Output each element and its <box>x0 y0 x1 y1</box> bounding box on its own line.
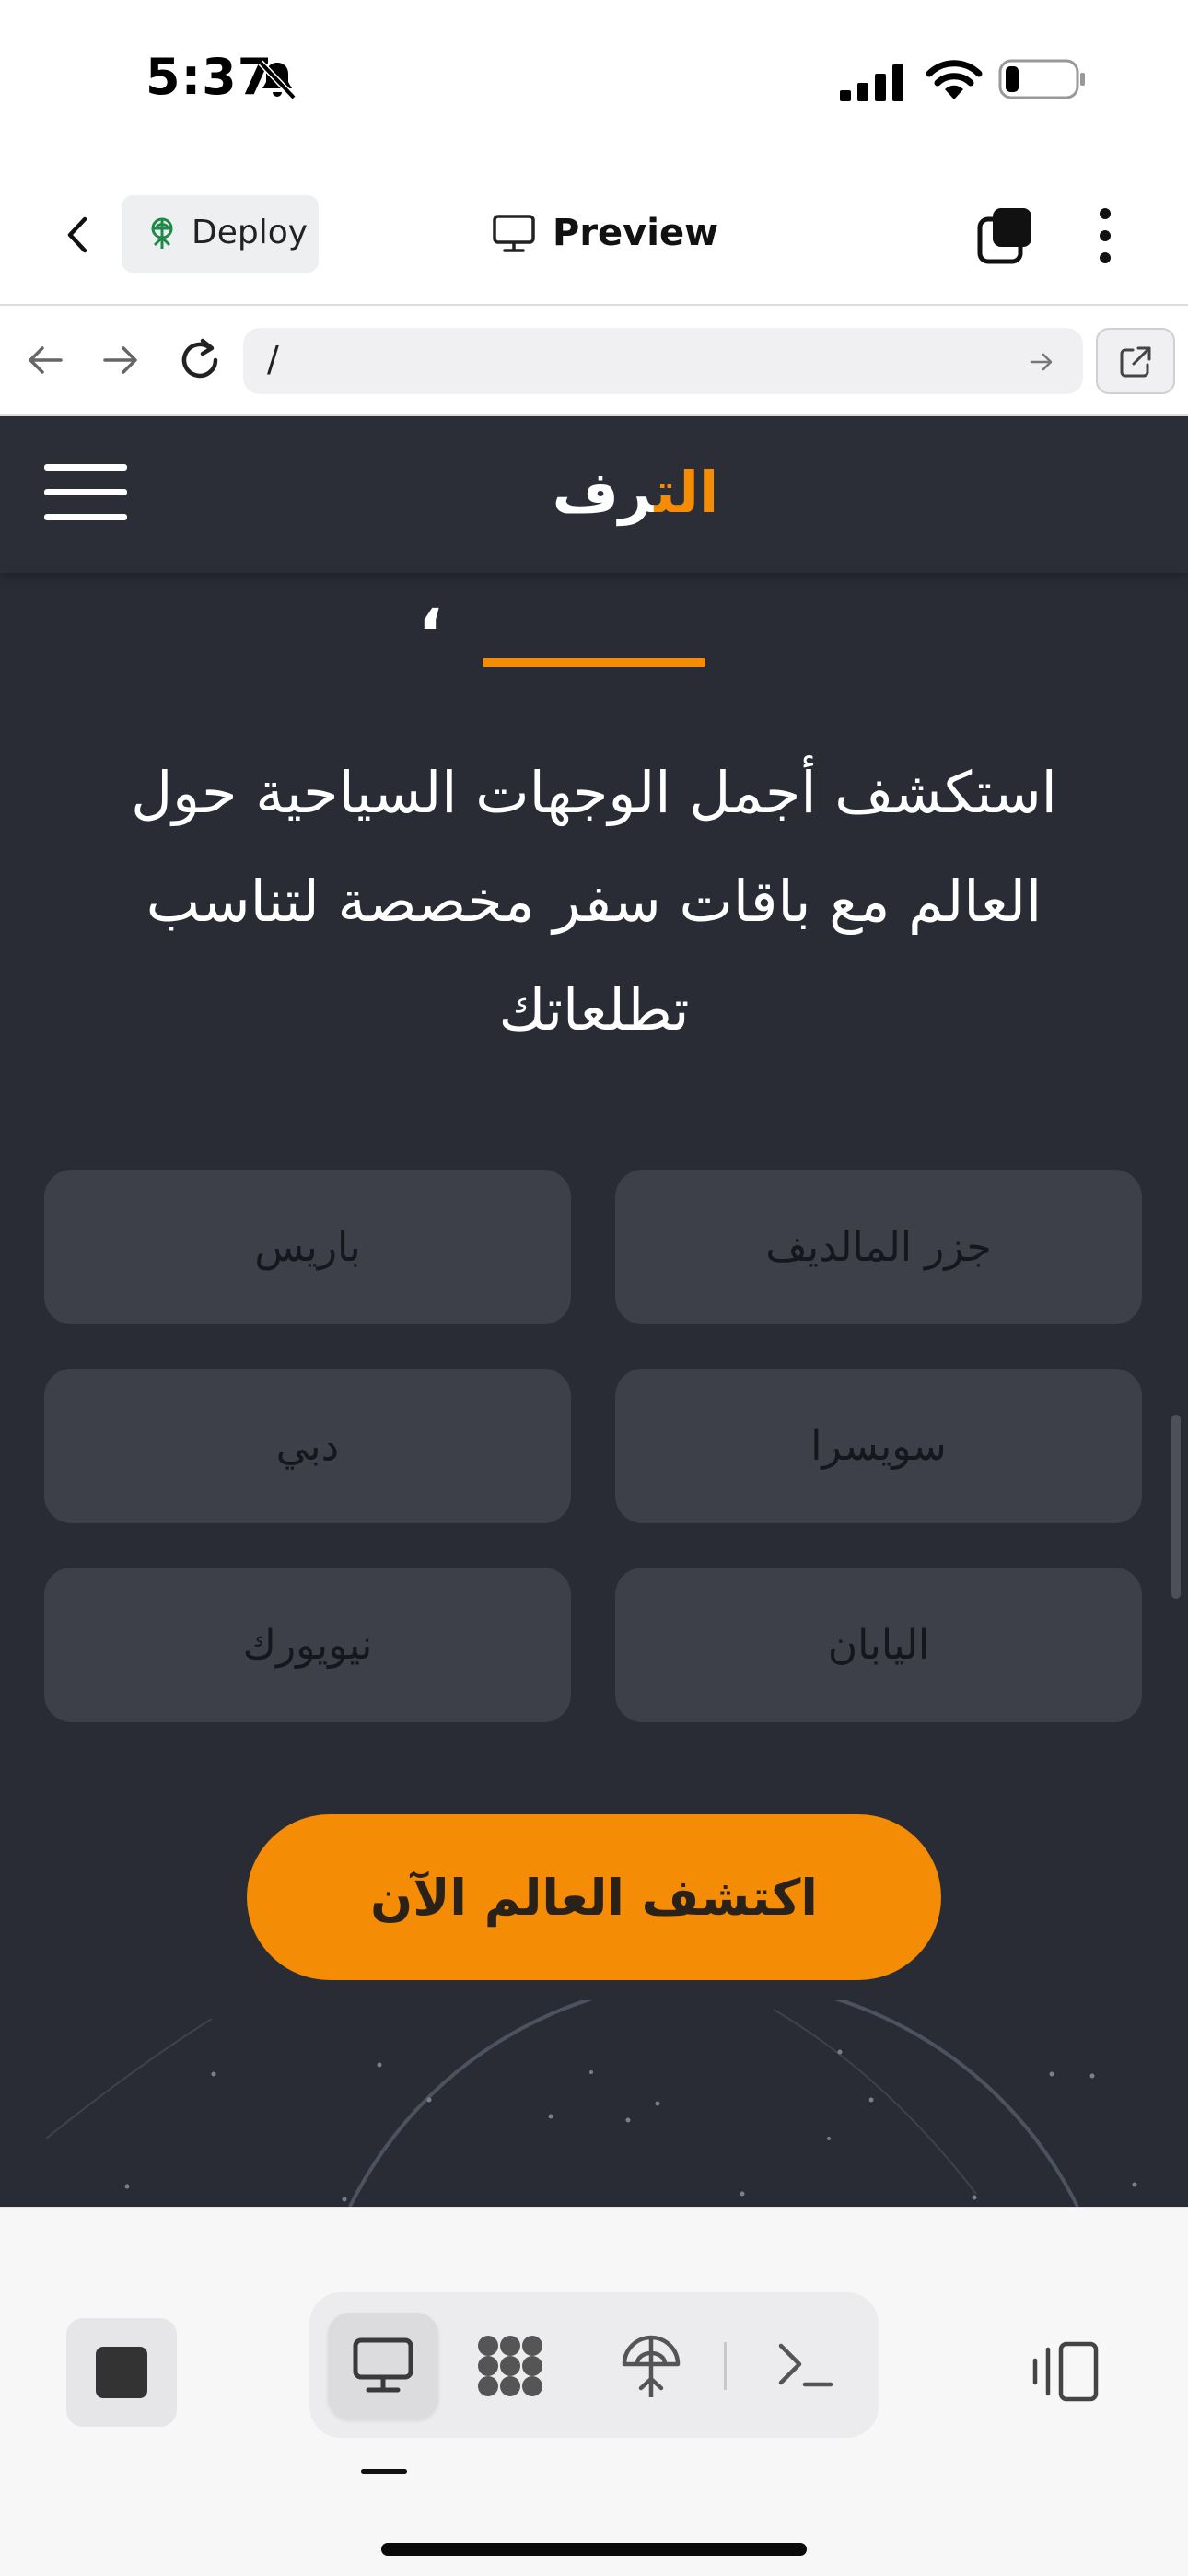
logo-accent: ت <box>654 459 678 526</box>
site-logo[interactable]: الترف <box>543 459 728 542</box>
destination-label: اليابان <box>827 1621 930 1669</box>
destination-card-japan[interactable]: اليابان <box>615 1568 1142 1722</box>
reload-icon[interactable] <box>175 335 225 385</box>
destination-label: جزر المالديف <box>765 1223 992 1271</box>
active-tab-indicator <box>361 2469 407 2474</box>
tool-switcher <box>309 2292 879 2438</box>
destination-card-maldives[interactable]: جزر المالديف <box>615 1170 1142 1324</box>
arrow-right-icon[interactable] <box>99 339 142 381</box>
deploy-icon <box>151 217 173 249</box>
hamburger-menu-icon[interactable] <box>44 460 127 525</box>
destination-card-paris[interactable]: باريس <box>44 1170 571 1324</box>
shell-icon[interactable] <box>775 2338 834 2394</box>
logo-prefix: ال <box>677 459 719 526</box>
site-header: الترف <box>0 416 1188 573</box>
deploy-button[interactable]: Deploy <box>122 195 319 273</box>
destination-card-dubai[interactable]: دبي <box>44 1369 571 1523</box>
panel-toggle-icon[interactable] <box>1030 2338 1100 2405</box>
logo-suffix: رف <box>552 459 655 526</box>
browser-url-bar: / <box>0 306 1188 416</box>
arrow-left-icon[interactable] <box>24 339 66 381</box>
destination-card-new-york[interactable]: نيويورك <box>44 1568 571 1722</box>
stop-icon <box>96 2347 147 2398</box>
destination-label: دبي <box>275 1422 340 1470</box>
hero-description: استكشف أجمل الوجهات السياحية حول العالم … <box>131 759 1057 1043</box>
monitor-icon <box>493 215 535 252</box>
wifi-icon <box>926 60 983 99</box>
open-external-button[interactable] <box>1096 328 1175 394</box>
toolbar-divider <box>724 2342 727 2390</box>
desktop-icon <box>353 2337 413 2393</box>
agents-icon[interactable] <box>475 2333 545 2399</box>
deploy-label: Deploy <box>192 214 309 251</box>
more-vertical-icon[interactable] <box>1089 206 1122 265</box>
bottom-toolbar <box>0 2207 1188 2576</box>
destination-label: نيويورك <box>242 1621 373 1669</box>
bell-slash-icon <box>258 60 297 100</box>
battery-low-icon <box>998 59 1085 99</box>
accent-divider <box>483 658 705 667</box>
tabs-icon[interactable] <box>976 206 1035 265</box>
deploy-icon[interactable] <box>619 2333 683 2401</box>
status-bar: 5:37 <box>0 0 1188 166</box>
destination-label: باريس <box>254 1223 361 1271</box>
heading-fragment: ، <box>418 569 443 645</box>
destination-label: سويسرا <box>810 1422 947 1470</box>
stop-button[interactable] <box>66 2318 177 2427</box>
globe-decoration <box>45 2000 1137 2207</box>
app-bar: Deploy Preview <box>0 166 1188 306</box>
home-indicator <box>381 2543 807 2556</box>
tool-desktop-button[interactable] <box>328 2313 438 2419</box>
web-preview: الترف ، استكشف أجمل الوجهات السياحية حول… <box>0 416 1188 2207</box>
chevron-left-icon[interactable] <box>55 212 101 258</box>
destination-card-switzerland[interactable]: سويسرا <box>615 1369 1142 1523</box>
scrollbar-thumb[interactable] <box>1171 1415 1181 1599</box>
url-text: / <box>267 339 279 379</box>
explore-now-button[interactable]: اكتشف العالم الآن <box>247 1814 941 1980</box>
cellular-signal-icon <box>840 64 903 101</box>
go-arrow-icon[interactable] <box>1028 348 1055 376</box>
url-input[interactable]: / <box>243 328 1083 394</box>
preview-label: Preview <box>553 212 719 254</box>
open-external-icon <box>1120 346 1151 378</box>
